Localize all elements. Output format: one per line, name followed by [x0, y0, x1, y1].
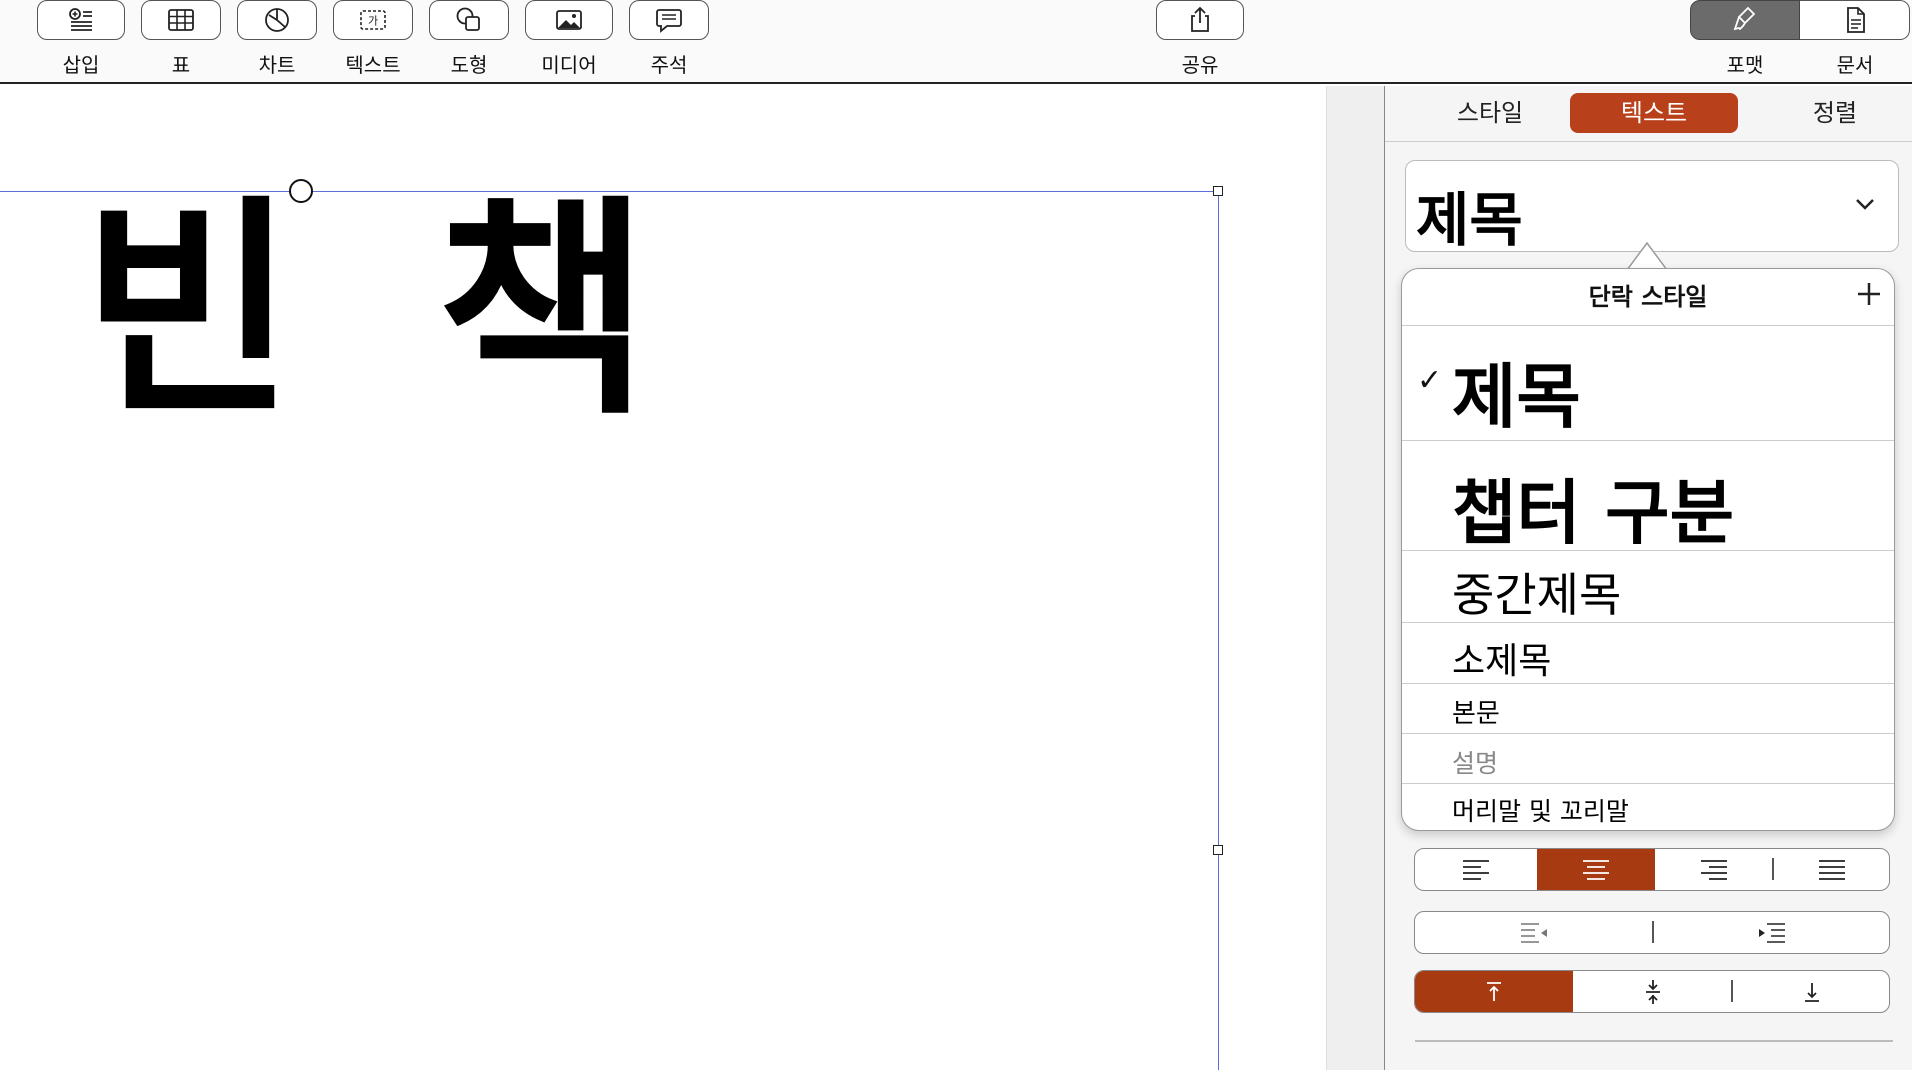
- increase-indent-icon: [1759, 922, 1785, 943]
- vertical-alignment-control: [1414, 970, 1890, 1013]
- photo-icon: [525, 0, 613, 40]
- comment-button[interactable]: 주석: [629, 0, 709, 78]
- justify-icon: [1819, 859, 1845, 880]
- style-row-caption[interactable]: 설명: [1402, 734, 1894, 784]
- tab-text[interactable]: 텍스트: [1570, 93, 1738, 133]
- style-row-header-footer[interactable]: 머리말 및 꼬리말: [1402, 784, 1894, 830]
- comment-label: 주석: [650, 53, 688, 77]
- media-button[interactable]: 미디어: [525, 0, 613, 78]
- style-row-chapter[interactable]: 챕터 구분: [1402, 443, 1894, 554]
- align-center-icon: [1583, 859, 1609, 880]
- align-bottom-icon: [1804, 982, 1819, 1002]
- text-button[interactable]: 가 텍스트: [333, 0, 413, 78]
- style-row-body[interactable]: 본문: [1402, 684, 1894, 734]
- add-style-icon[interactable]: [1854, 279, 1884, 309]
- popover-header: 단락 스타일: [1402, 269, 1894, 326]
- paintbrush-icon: [1690, 0, 1800, 40]
- paragraph-style-value: 제목: [1416, 186, 1523, 254]
- canvas-gutter: [1326, 86, 1384, 1070]
- style-row-title[interactable]: ✓ 제목: [1402, 325, 1894, 441]
- document-icon: [1800, 0, 1910, 40]
- style-row-subheading[interactable]: 소제목: [1402, 624, 1894, 684]
- align-bottom-button[interactable]: [1732, 971, 1889, 1012]
- format-button[interactable]: 포맷: [1690, 0, 1800, 78]
- toolbar: 삽입 표 차트 가 텍스트 도형 미디어 주석 공유 포맷 문서: [0, 0, 1912, 84]
- decrease-indent-button[interactable]: [1415, 912, 1653, 953]
- table-button[interactable]: 표: [141, 0, 221, 78]
- checkmark-icon: ✓: [1417, 363, 1443, 398]
- section-divider: [1415, 1040, 1893, 1042]
- chart-icon: [237, 0, 317, 40]
- style-label-header-footer: 머리말 및 꼬리말: [1452, 797, 1629, 826]
- table-label: 표: [171, 53, 191, 77]
- horizontal-alignment-control: [1414, 848, 1890, 891]
- align-middle-icon: [1645, 979, 1660, 1004]
- align-center-button[interactable]: [1537, 849, 1655, 890]
- text-label: 텍스트: [345, 53, 401, 77]
- align-right-icon: [1701, 859, 1727, 880]
- chart-button[interactable]: 차트: [237, 0, 317, 78]
- style-label-chapter: 챕터 구분: [1452, 472, 1734, 554]
- style-label-title: 제목: [1452, 356, 1581, 438]
- shape-label: 도형: [450, 53, 488, 77]
- style-label-caption: 설명: [1452, 749, 1499, 778]
- tab-style[interactable]: 스타일: [1435, 93, 1545, 133]
- media-label: 미디어: [541, 53, 597, 77]
- insert-button[interactable]: 삽입: [37, 0, 125, 78]
- style-label-subheading: 소제목: [1452, 641, 1552, 682]
- paragraph-styles-popover: 단락 스타일 ✓ 제목 챕터 구분 중간제목 소제목 본문 설명 머리말 및 꼬…: [1401, 268, 1895, 831]
- align-top-icon: [1487, 981, 1501, 1001]
- align-middle-button[interactable]: [1573, 971, 1732, 1012]
- document-button[interactable]: 문서: [1800, 0, 1910, 78]
- increase-indent-button[interactable]: [1653, 912, 1889, 953]
- chevron-down-icon: [1856, 199, 1874, 210]
- selection-border-right: [1218, 191, 1219, 1070]
- shape-button[interactable]: 도형: [429, 0, 509, 78]
- resize-handle-top-right[interactable]: [1213, 186, 1223, 196]
- inspector-tabs: 스타일 텍스트 정렬: [1385, 86, 1912, 142]
- style-label-body: 본문: [1452, 699, 1500, 729]
- align-top-button[interactable]: [1415, 971, 1573, 1012]
- share-icon: [1156, 0, 1244, 40]
- insert-icon: [37, 0, 125, 40]
- align-left-icon: [1463, 859, 1489, 880]
- comment-icon: [629, 0, 709, 40]
- paragraph-style-select[interactable]: 제목: [1405, 160, 1899, 254]
- align-right-button[interactable]: [1655, 849, 1773, 890]
- tab-arrange[interactable]: 정렬: [1785, 93, 1885, 133]
- format-label: 포맷: [1726, 53, 1764, 77]
- text-icon-glyph: 가: [368, 15, 378, 28]
- text-box-icon: 가: [333, 0, 413, 40]
- document-label: 문서: [1836, 53, 1874, 77]
- insert-label: 삽입: [62, 53, 100, 77]
- chart-label: 차트: [258, 53, 296, 77]
- style-label-heading: 중간제목: [1452, 568, 1622, 622]
- shape-icon: [429, 0, 509, 40]
- share-button[interactable]: 공유: [1156, 0, 1244, 78]
- align-left-button[interactable]: [1415, 849, 1537, 890]
- table-icon: [141, 0, 221, 40]
- popover-arrow: [1627, 241, 1667, 270]
- decrease-indent-icon: [1521, 922, 1547, 943]
- share-label: 공유: [1181, 53, 1219, 77]
- style-row-heading[interactable]: 중간제목: [1402, 553, 1894, 623]
- resize-handle-right[interactable]: [1213, 845, 1223, 855]
- indent-control: [1414, 911, 1890, 954]
- justify-button[interactable]: [1773, 849, 1889, 890]
- canvas-title-text[interactable]: 빈 책: [82, 195, 680, 427]
